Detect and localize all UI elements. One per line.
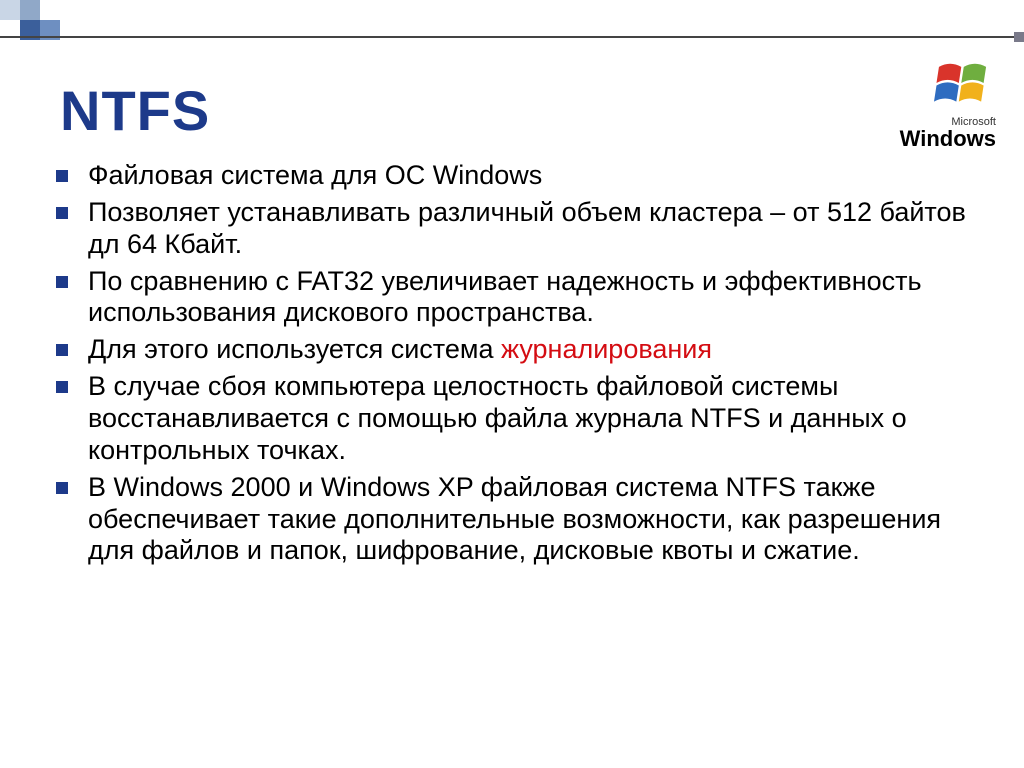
corner-decoration bbox=[0, 0, 120, 60]
top-divider bbox=[0, 36, 1024, 38]
list-item-text: Для этого используется система bbox=[88, 334, 501, 364]
list-item: Файловая система для ОС Windows bbox=[56, 160, 970, 192]
list-item: По сравнению с FAT32 увеличивает надежно… bbox=[56, 266, 970, 330]
slide: NTFS Microsoft Windows Файловая система … bbox=[0, 0, 1024, 768]
divider-endcap bbox=[1014, 32, 1024, 42]
windows-logo: Microsoft Windows bbox=[900, 58, 996, 150]
deco-square bbox=[0, 0, 20, 20]
list-item: Позволяет устанавливать различный объем … bbox=[56, 197, 970, 261]
deco-square bbox=[20, 0, 40, 20]
highlight-text: журналирования bbox=[501, 334, 712, 364]
slide-title: NTFS bbox=[60, 78, 210, 143]
list-item: В случае сбоя компьютера целостность фай… bbox=[56, 371, 970, 467]
list-item: В Windows 2000 и Windows XP файловая сис… bbox=[56, 472, 970, 568]
bullet-list: Файловая система для ОС Windows Позволяе… bbox=[56, 160, 970, 567]
windows-flag-icon bbox=[934, 58, 996, 108]
list-item: Для этого используется система журналиро… bbox=[56, 334, 970, 366]
logo-title: Windows bbox=[900, 128, 996, 150]
content-area: Файловая система для ОС Windows Позволяе… bbox=[56, 160, 970, 572]
